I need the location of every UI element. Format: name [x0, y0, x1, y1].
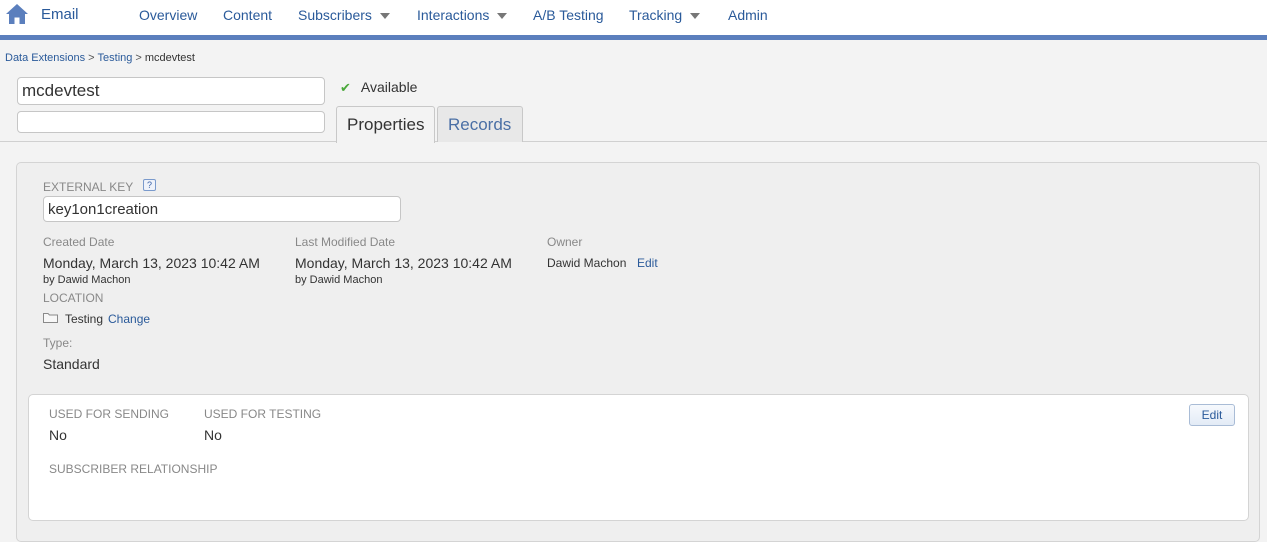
chevron-down-icon: [379, 13, 390, 20]
used-for-sending-label: USED FOR SENDING: [49, 407, 170, 421]
created-by: by Dawid Machon: [43, 274, 131, 286]
name-field[interactable]: [17, 77, 325, 105]
chevron-down-icon: [690, 13, 701, 20]
nav-content[interactable]: Content: [223, 7, 272, 23]
folder-icon: [43, 313, 58, 323]
breadcrumb: Data Extensions > Testing > mcdevtest: [5, 52, 195, 64]
location-label: LOCATION: [43, 291, 104, 305]
description-field[interactable]: [17, 111, 325, 133]
nav-ab-testing[interactable]: A/B Testing: [533, 7, 604, 23]
nav-interactions[interactable]: Interactions: [417, 7, 508, 23]
modified-by: by Dawid Machon: [295, 274, 383, 286]
location-value: Testing: [65, 312, 104, 326]
breadcrumb-testing[interactable]: Testing: [98, 52, 133, 64]
status-indicator: ✔ Available: [340, 79, 417, 96]
nav-subscribers-label: Subscribers: [298, 7, 372, 23]
nav-accent-bar: [0, 35, 1267, 40]
modified-date-value: Monday, March 13, 2023 10:42 AM: [295, 255, 512, 271]
breadcrumb-data-extensions[interactable]: Data Extensions: [5, 52, 85, 64]
nav-subscribers[interactable]: Subscribers: [298, 7, 390, 23]
home-icon[interactable]: [5, 3, 29, 25]
nav-admin[interactable]: Admin: [728, 7, 768, 23]
tab-properties[interactable]: Properties: [336, 106, 435, 143]
tab-divider: [0, 141, 1267, 142]
tab-records[interactable]: Records: [437, 106, 523, 142]
created-date-value: Monday, March 13, 2023 10:42 AM: [43, 255, 260, 271]
external-key-field[interactable]: [43, 196, 401, 222]
status-text: Available: [360, 79, 418, 95]
help-icon[interactable]: ?: [143, 179, 156, 191]
owner-edit-link[interactable]: Edit: [637, 256, 658, 270]
used-for-testing-label: USED FOR TESTING: [204, 407, 322, 421]
top-navigation: Email Overview Content Subscribers Inter…: [0, 0, 1267, 35]
owner-value: Dawid Machon: [547, 256, 627, 270]
subscriber-relationship-label: SUBSCRIBER RELATIONSHIP: [49, 462, 218, 476]
type-label: Type:: [43, 336, 73, 350]
breadcrumb-separator: >: [135, 52, 142, 64]
created-date-label: Created Date: [43, 235, 115, 249]
used-for-testing-value: No: [204, 427, 222, 443]
app-title[interactable]: Email: [41, 6, 79, 23]
edit-button[interactable]: Edit: [1189, 404, 1235, 426]
chevron-down-icon: [497, 13, 508, 20]
nav-tracking-label: Tracking: [629, 7, 683, 23]
type-value: Standard: [43, 356, 100, 372]
breadcrumb-separator: >: [88, 52, 95, 64]
breadcrumb-current: mcdevtest: [144, 52, 195, 64]
external-key-label: EXTERNAL KEY: [43, 180, 134, 194]
owner-label: Owner: [547, 235, 583, 249]
modified-date-label: Last Modified Date: [295, 235, 396, 249]
nav-interactions-label: Interactions: [417, 7, 490, 23]
location-change-link[interactable]: Change: [108, 312, 150, 326]
used-for-sending-value: No: [49, 427, 67, 443]
check-icon: ✔: [340, 80, 351, 95]
nav-overview[interactable]: Overview: [139, 7, 197, 23]
nav-tracking[interactable]: Tracking: [629, 7, 701, 23]
